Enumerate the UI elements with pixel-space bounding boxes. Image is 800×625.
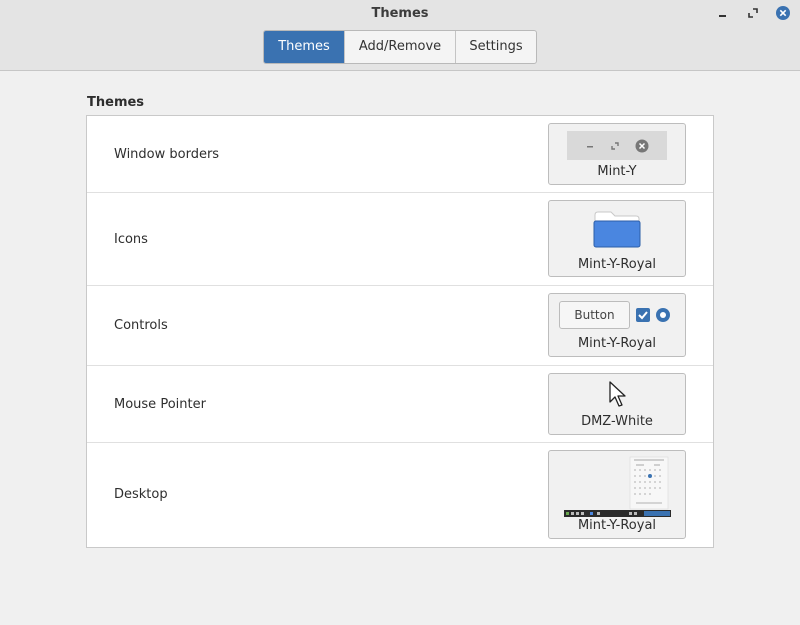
theme-name: Mint-Y-Royal: [577, 336, 657, 351]
header-bar: Themes Themes Add/Remove Settings: [0, 0, 800, 71]
sample-button: Button: [559, 301, 630, 329]
tab-settings[interactable]: Settings: [455, 31, 536, 63]
close-button[interactable]: [775, 5, 791, 21]
close-icon: [635, 139, 649, 152]
themes-list: Window borders Mint-Y Icons Mint-Y-Royal…: [86, 115, 714, 548]
theme-name: Mint-Y: [597, 164, 637, 179]
close-icon: [776, 6, 790, 20]
row-desktop: Desktop Mint-Y-Royal: [87, 443, 713, 548]
row-label: Mouse Pointer: [114, 397, 206, 412]
radio-icon: [656, 308, 670, 322]
tab-bar: Themes Add/Remove Settings: [263, 30, 537, 64]
theme-name: Mint-Y-Royal: [577, 518, 657, 533]
cursor-icon: [609, 381, 626, 407]
row-label: Controls: [114, 318, 168, 333]
themes-window: Themes Themes Add/Remove Settings Themes: [0, 0, 800, 625]
desktop-theme-button[interactable]: Mint-Y-Royal: [548, 450, 686, 539]
row-mouse-pointer: Mouse Pointer DMZ-White: [87, 366, 713, 443]
controls-theme-button[interactable]: Button Mint-Y-Royal: [548, 293, 686, 357]
minimize-icon: [586, 145, 593, 147]
tab-themes[interactable]: Themes: [264, 31, 344, 63]
window-borders-theme-button[interactable]: Mint-Y: [548, 123, 686, 185]
minimize-icon: [719, 15, 726, 17]
row-label: Desktop: [114, 487, 168, 502]
window-title: Themes: [371, 6, 429, 21]
maximize-icon: [611, 141, 619, 150]
row-icons: Icons Mint-Y-Royal: [87, 193, 713, 286]
section-title: Themes: [87, 95, 145, 110]
theme-name: Mint-Y-Royal: [577, 257, 657, 272]
row-window-borders: Window borders Mint-Y: [87, 116, 713, 193]
minimize-button[interactable]: [715, 5, 731, 21]
checkbox-icon: [636, 308, 650, 322]
folder-icon: [593, 211, 641, 248]
maximize-icon: [748, 8, 758, 18]
row-controls: Controls Button Mint-Y-Royal: [87, 286, 713, 366]
theme-name: DMZ-White: [581, 414, 653, 429]
row-label: Icons: [114, 232, 148, 247]
icons-theme-button[interactable]: Mint-Y-Royal: [548, 200, 686, 277]
row-label: Window borders: [114, 147, 220, 162]
mouse-pointer-theme-button[interactable]: DMZ-White: [548, 373, 686, 435]
window-borders-preview: [567, 131, 667, 160]
maximize-button[interactable]: [745, 5, 761, 21]
tab-add-remove[interactable]: Add/Remove: [344, 31, 455, 63]
desktop-preview-image: [564, 456, 671, 517]
